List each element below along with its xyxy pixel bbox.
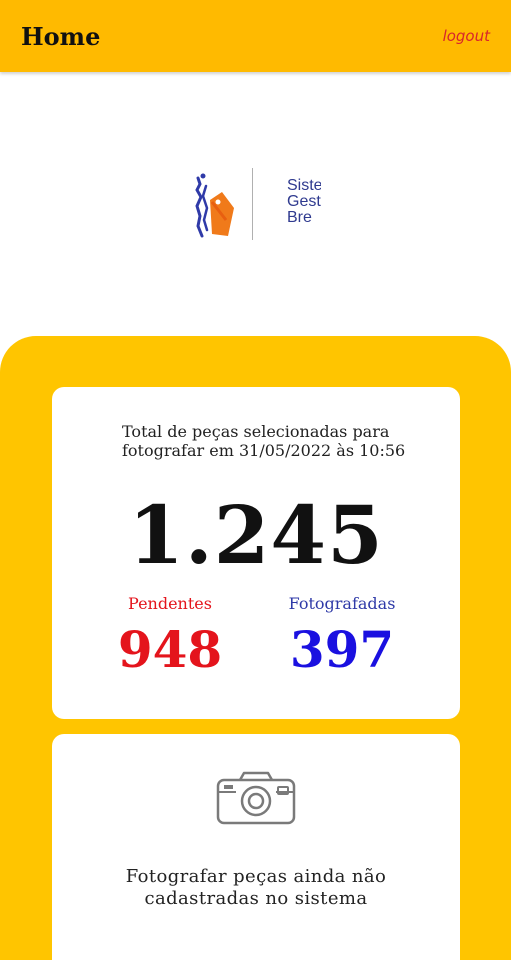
total-count: 1.245 [128, 488, 384, 582]
page-title: Home [21, 22, 101, 51]
photographed-count: 397 [289, 620, 395, 679]
summary-card: Total de peças selecionadas para fotogra… [52, 387, 460, 719]
logo-line-3: Bre [287, 209, 312, 226]
logo-tag-icon [195, 173, 234, 238]
pending-stat[interactable]: Pendentes 948 [90, 593, 250, 681]
app-header: Home logout [0, 0, 511, 72]
summary-caption: Total de peças selecionadas para fotogra… [122, 422, 406, 460]
logo-line-1: Siste [287, 178, 321, 194]
new-photo-caption: Fotografar peças ainda não cadastradas n… [125, 866, 387, 909]
pending-label: Pendentes [128, 594, 212, 613]
camera-icon [216, 771, 296, 825]
logo-wordmark: Siste Gest Bre [287, 178, 321, 226]
pending-count: 948 [117, 620, 223, 679]
logo-divider [252, 168, 253, 240]
photographed-stat[interactable]: Fotografadas 397 [262, 593, 422, 681]
logo-line-2: Gest [287, 193, 321, 210]
brand-logo: Siste Gest Bre [180, 160, 330, 250]
photographed-label: Fotografadas [288, 594, 396, 613]
logout-button[interactable]: logout [443, 27, 490, 45]
new-photo-card[interactable]: Fotografar peças ainda não cadastradas n… [52, 734, 460, 960]
